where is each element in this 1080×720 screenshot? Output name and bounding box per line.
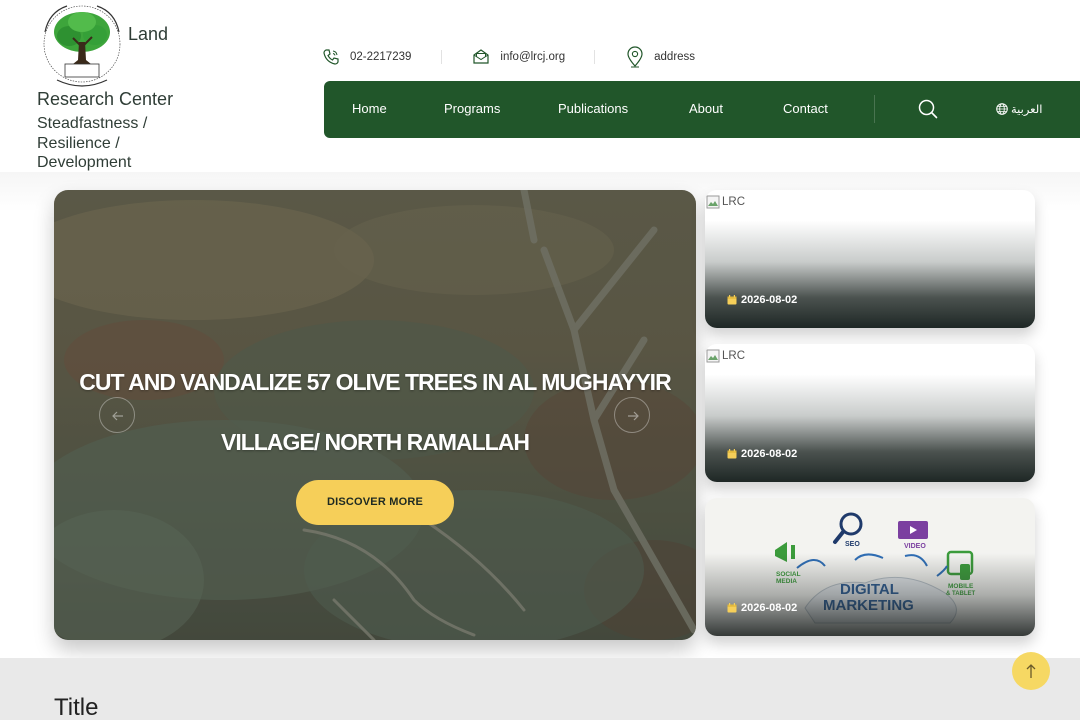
nav-item-programs[interactable]: Programs xyxy=(444,101,500,116)
card-image: LRC xyxy=(705,348,745,364)
content-section: Title xyxy=(0,658,1080,720)
address-text: address xyxy=(654,51,696,63)
card-date-text: 2026-08-02 xyxy=(741,294,798,306)
card-date-text: 2026-08-02 xyxy=(741,602,798,614)
main-navigation: Home Programs Publications About Contact… xyxy=(324,81,1080,138)
hero-title-line-2: VILLAGE/ NORTH RAMALLAH xyxy=(221,429,530,455)
hero-title[interactable]: CUT AND VANDALIZE 57 OLIVE TREES IN AL M… xyxy=(54,352,696,472)
location-icon xyxy=(627,46,643,68)
discover-more-button[interactable]: DISCOVER MORE xyxy=(296,480,454,525)
card-date-text: 2026-08-02 xyxy=(741,448,798,460)
broken-image-icon xyxy=(706,349,720,363)
arrow-right-icon xyxy=(628,411,639,421)
card-image-alt: LRC xyxy=(722,350,746,362)
nav-item-publications[interactable]: Publications xyxy=(558,101,628,116)
arrow-left-icon xyxy=(112,411,123,421)
contact-email[interactable]: info@lrcj.org xyxy=(472,48,565,66)
card-date: 2026-08-02 xyxy=(727,448,797,460)
scroll-to-top-button[interactable] xyxy=(1012,652,1050,690)
card-date: 2026-08-02 xyxy=(727,602,797,614)
card-image-alt: LRC xyxy=(722,196,746,208)
contact-phone[interactable]: 02-2217239 xyxy=(322,48,411,66)
globe-icon xyxy=(996,103,1008,115)
slider-next-button[interactable] xyxy=(614,397,650,433)
nav-item-contact[interactable]: Contact xyxy=(783,101,828,116)
contact-bar: 02-2217239 info@lrcj.org address xyxy=(322,44,695,70)
hero-slider: CUT AND VANDALIZE 57 OLIVE TREES IN AL M… xyxy=(54,190,696,640)
section-title: Title xyxy=(54,694,99,720)
nav-item-home[interactable]: Home xyxy=(352,101,387,116)
site-header: Land Research Center Steadfastness / Res… xyxy=(0,0,1080,172)
contact-separator xyxy=(594,50,596,64)
site-tagline: Steadfastness / Resilience / Development xyxy=(37,115,148,171)
news-card[interactable]: LRC 2026-08-02 xyxy=(705,344,1035,482)
logo-word: Land xyxy=(128,24,169,44)
calendar-icon xyxy=(727,295,737,305)
slider-prev-button[interactable] xyxy=(99,397,135,433)
mail-icon xyxy=(473,49,490,64)
calendar-icon xyxy=(727,449,737,459)
search-icon[interactable] xyxy=(918,99,938,119)
nav-divider xyxy=(874,95,875,123)
email-address: info@lrcj.org xyxy=(500,51,566,63)
contact-separator xyxy=(441,50,443,64)
phone-icon xyxy=(323,49,339,65)
language-label: العربية xyxy=(1011,102,1043,116)
arrow-up-icon xyxy=(1026,664,1036,678)
phone-number: 02-2217239 xyxy=(350,51,412,63)
card-image-fade xyxy=(705,498,1035,636)
broken-image-icon xyxy=(706,195,720,209)
logo-tree-emblem xyxy=(43,5,121,87)
hero-title-line-1: CUT AND VANDALIZE 57 OLIVE TREES IN AL M… xyxy=(79,369,671,395)
card-date: 2026-08-02 xyxy=(727,294,797,306)
site-name: Research Center xyxy=(37,89,174,109)
news-card[interactable]: SEO VIDEO SOCIAL MEDIA MOBILE & TABLET D… xyxy=(705,498,1035,636)
language-switch[interactable]: العربية xyxy=(996,102,1042,116)
calendar-icon xyxy=(727,603,737,613)
card-image: LRC xyxy=(705,194,745,210)
news-card[interactable]: LRC 2026-08-02 xyxy=(705,190,1035,328)
contact-address[interactable]: address xyxy=(626,46,695,68)
nav-item-about[interactable]: About xyxy=(689,101,723,116)
